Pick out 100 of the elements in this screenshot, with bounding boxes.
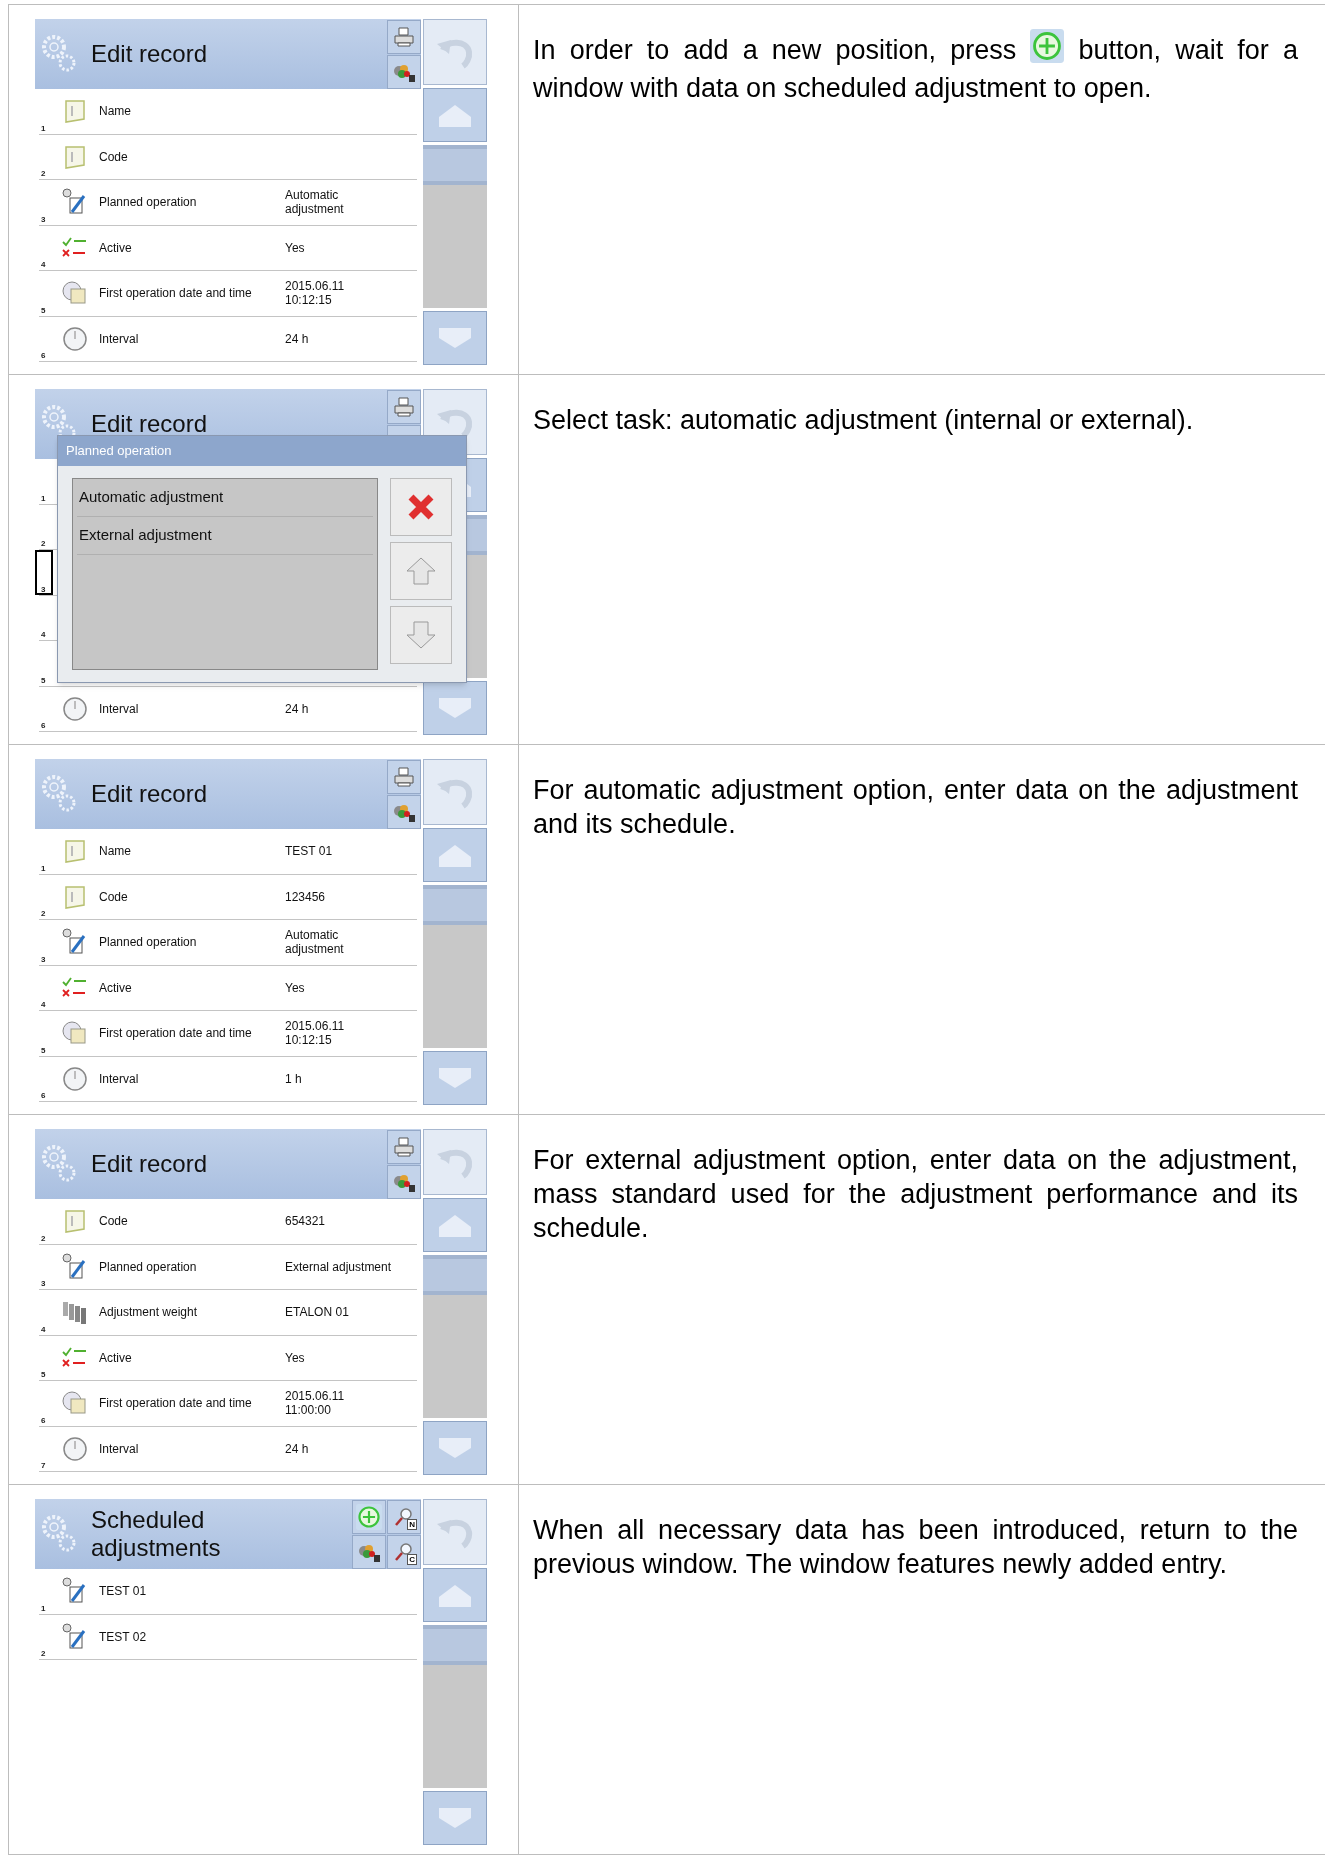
row-value: Yes	[285, 240, 306, 255]
row-number: 3	[41, 584, 46, 594]
down-arrow-icon	[437, 326, 473, 350]
row-label: Code	[99, 1214, 129, 1229]
list-row[interactable]: 3 Planned operation External adjustment	[39, 1244, 417, 1290]
instruction-text: For external adjustment option, enter data on the adjustment, mass standard used for the adjustment performance and its schedule.	[533, 1144, 1298, 1245]
dialog-button[interactable]	[390, 478, 452, 536]
list-row[interactable]: 3 Planned operation Automatic adjustment	[39, 920, 417, 966]
search-letter: N	[407, 1518, 417, 1530]
list-row[interactable]: 6 First operation date and time 2015.06.11 11:00:00	[39, 1381, 417, 1427]
row-label: Name	[99, 104, 132, 119]
row-label: Code	[99, 149, 129, 164]
list-row[interactable]: 6 Interval 24 h	[39, 316, 417, 362]
list-row[interactable]: 2 TEST 02	[39, 1614, 417, 1660]
header-tool-button[interactable]: C	[387, 1534, 421, 1569]
row-label: Active	[99, 240, 133, 255]
row-label: First operation date and time	[99, 1026, 253, 1041]
back-button[interactable]	[423, 1499, 487, 1565]
row-number: 3	[41, 1279, 46, 1288]
screen-title: Edit record	[91, 409, 208, 438]
row-number: 6	[41, 1415, 46, 1425]
header-tool-button[interactable]	[387, 1164, 421, 1199]
list-row[interactable]: 6 Interval 1 h	[39, 1056, 417, 1102]
scroll-thumb[interactable]	[423, 885, 487, 925]
up-arrow-icon	[437, 1583, 473, 1607]
list-row[interactable]: 3 Planned operation Automatic adjustment	[39, 180, 417, 226]
row-number: 3	[41, 214, 46, 224]
list-row[interactable]: 4 Active Yes	[39, 965, 417, 1011]
row-label: Interval	[99, 1441, 140, 1456]
header-tool-button[interactable]	[387, 389, 421, 424]
row-number: 2	[41, 169, 46, 178]
list-row[interactable]: 5 First operation date and time 2015.06.11 10:12:15	[39, 1011, 417, 1057]
row-number: 3	[41, 954, 46, 964]
row-label: First operation date and time	[99, 286, 253, 301]
header-tool-button[interactable]	[387, 794, 421, 829]
search-icon	[394, 1541, 414, 1562]
header-tool-button[interactable]	[387, 759, 421, 794]
screen-title: Edit record	[91, 1149, 208, 1178]
dialog-button[interactable]	[390, 542, 452, 600]
list-row[interactable]: 1 Name TEST 01	[39, 829, 417, 875]
weights-icon	[61, 1299, 89, 1326]
row-label: Interval	[99, 331, 140, 346]
row-number: 5	[41, 305, 46, 315]
list-row[interactable]: 4 Active Yes	[39, 225, 417, 271]
clock-icon	[62, 1065, 88, 1092]
list-row[interactable]: 5 Active Yes	[39, 1335, 417, 1381]
option-item[interactable]: Automatic adjustment	[77, 479, 373, 517]
row-label: TEST 01	[99, 1584, 148, 1599]
header-tool-button[interactable]	[387, 1129, 421, 1164]
card-icon	[62, 98, 88, 125]
instruction-text: When all necessary data has been introduced, return to the previous window. The window features newly added entry.	[533, 1514, 1298, 1581]
row-value: Automatic adjustment	[285, 928, 345, 957]
scroll-up-button[interactable]	[423, 1568, 487, 1622]
down-arrow-icon	[437, 1806, 473, 1830]
row-label: Planned operation	[99, 935, 198, 950]
header-tool-button[interactable]	[352, 1534, 386, 1569]
row-value: 654321	[285, 1214, 327, 1229]
search-icon	[394, 1506, 414, 1527]
dialog-button[interactable]	[390, 606, 452, 664]
row-label: Active	[99, 980, 133, 995]
row-number: 4	[41, 1000, 46, 1009]
list-row[interactable]: 2 Code 654321	[39, 1199, 417, 1245]
scroll-down-button[interactable]	[423, 1421, 487, 1475]
row-value: ETALON 01	[285, 1305, 350, 1320]
scroll-thumb[interactable]	[423, 145, 487, 185]
row-number: 2	[41, 909, 46, 918]
list-row[interactable]: 4 Adjustment weight ETALON 01	[39, 1290, 417, 1336]
list-row[interactable]: 5 First operation date and time 2015.06.11 10:12:15	[39, 271, 417, 317]
list-row[interactable]: 1 Name	[39, 89, 417, 135]
list-row[interactable]: 1 TEST 01	[39, 1569, 417, 1615]
row-label: Adjustment weight	[99, 1305, 199, 1320]
scroll-down-button[interactable]	[423, 1791, 487, 1845]
scroll-down-button[interactable]	[423, 681, 487, 735]
list-row[interactable]: 7 Interval 24 h	[39, 1426, 417, 1472]
gears-icon	[41, 1514, 77, 1554]
printer-icon	[393, 395, 415, 418]
row-value: External adjustment	[285, 1259, 392, 1274]
option-item[interactable]: External adjustment	[77, 517, 373, 555]
row-number: 5	[41, 1370, 46, 1379]
card-icon	[62, 883, 88, 910]
row-number: 6	[41, 351, 46, 360]
list-row[interactable]: 2 Code 123456	[39, 874, 417, 920]
row-value: TEST 01	[285, 844, 334, 859]
row-number: 1	[41, 1603, 46, 1613]
row-number: 1	[41, 493, 46, 503]
scroll-thumb[interactable]	[423, 1255, 487, 1295]
header-tool-button[interactable]: N	[387, 1499, 421, 1534]
header-tool-button[interactable]	[387, 54, 421, 89]
gears-icon	[41, 1144, 77, 1184]
row-value: 24 h	[285, 1441, 310, 1456]
row-number: 1	[41, 863, 46, 873]
header-tool-button[interactable]	[387, 19, 421, 54]
card-icon	[62, 838, 88, 865]
list-row[interactable]: 6 Interval 24 h	[39, 686, 417, 732]
scroll-down-button[interactable]	[423, 311, 487, 365]
scroll-thumb[interactable]	[423, 1625, 487, 1665]
search-letter: C	[407, 1553, 417, 1565]
list-row[interactable]: 2 Code	[39, 134, 417, 180]
instruction-text: For automatic adjustment option, enter data on the adjustment and its schedule.	[533, 774, 1298, 841]
scroll-down-button[interactable]	[423, 1051, 487, 1105]
